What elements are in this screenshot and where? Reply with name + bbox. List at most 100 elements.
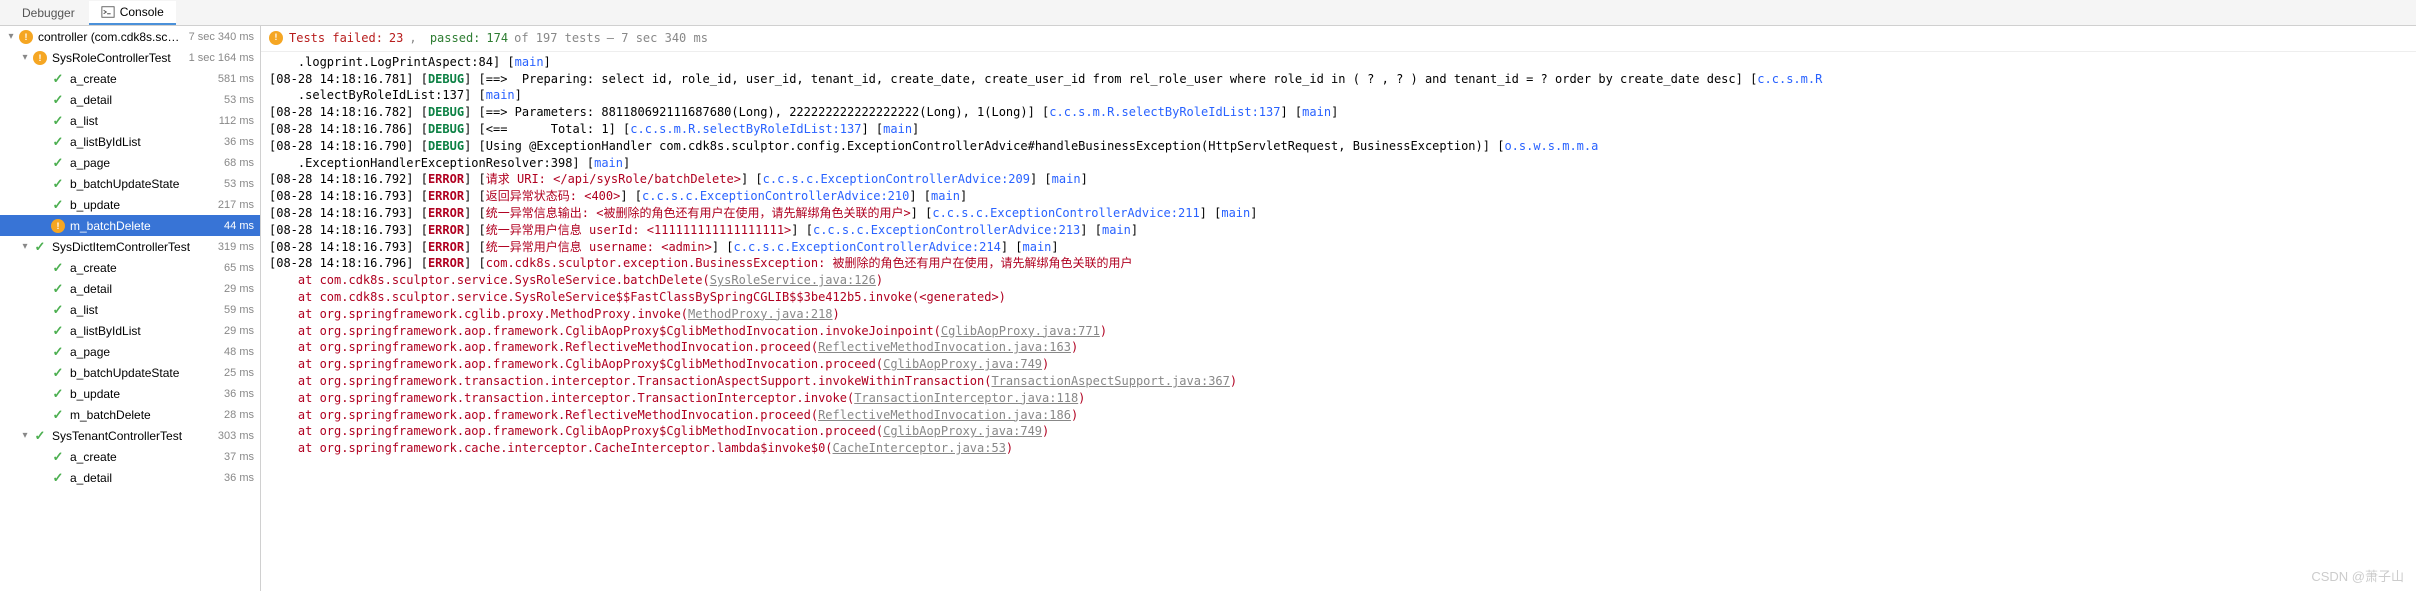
stack-link[interactable]: CacheInterceptor.java:53 (833, 441, 1006, 455)
tree-row-a-list[interactable]: ✓ a_list59 ms (0, 299, 260, 320)
log-link[interactable]: main (1023, 240, 1052, 254)
tree-row-a-list[interactable]: ✓a_list112 ms (0, 110, 260, 131)
tree-row-systenantcontrollertest[interactable]: ▾✓ SysTenantControllerTest303 ms (0, 425, 260, 446)
stack-link[interactable]: SysRoleService.java:126 (710, 273, 876, 287)
tree-duration: 303 ms (214, 430, 254, 442)
tree-duration: 48 ms (220, 346, 254, 358)
tree-row-b-batchupdatestate[interactable]: ✓b_batchUpdateState53 ms (0, 173, 260, 194)
tree-label: a_create (70, 261, 220, 275)
log-link[interactable]: main (931, 189, 960, 203)
stack-link[interactable]: ReflectiveMethodInvocation.java:163 (818, 340, 1071, 354)
log-link[interactable]: main (1302, 105, 1331, 119)
log-link[interactable]: c.c.s.c.ExceptionControllerAdvice:210 (642, 189, 909, 203)
log-line: at org.springframework.aop.framework.Cgl… (269, 356, 2408, 373)
tree-row-a-detail[interactable]: ✓a_detail36 ms (0, 467, 260, 488)
stack-link[interactable]: ReflectiveMethodInvocation.java:186 (818, 408, 1071, 422)
log-line: [08-28 14:18:16.790] [DEBUG] [Using @Exc… (269, 138, 2408, 155)
log-link[interactable]: main (1052, 172, 1081, 186)
tree-row-b-batchupdatestate[interactable]: ✓b_batchUpdateState25 ms (0, 362, 260, 383)
log-link[interactable]: c.c.s.c.ExceptionControllerAdvice:213 (813, 223, 1080, 237)
tree-row-a-page[interactable]: ✓a_page68 ms (0, 152, 260, 173)
log-link[interactable]: main (1221, 206, 1250, 220)
main-split: ▾! controller (com.cdk8s.sculptor)7 sec 3… (0, 26, 2416, 591)
tree-duration: 59 ms (220, 304, 254, 316)
tree-duration: 7 sec 340 ms (185, 31, 254, 43)
tree-label: a_detail (70, 93, 220, 107)
test-pass-icon: ✓ (32, 428, 48, 444)
test-pass-icon: ✓ (50, 155, 66, 171)
test-pass-icon: ✓ (50, 344, 66, 360)
tree-row-m-batchdelete[interactable]: ✓m_batchDelete28 ms (0, 404, 260, 425)
tab-console[interactable]: Console (89, 1, 176, 25)
test-pass-icon: ✓ (50, 302, 66, 318)
log-line: at com.cdk8s.sculptor.service.SysRoleSer… (269, 272, 2408, 289)
log-link[interactable]: main (515, 55, 544, 69)
tree-duration: 29 ms (220, 283, 254, 295)
test-tree-panel[interactable]: ▾! controller (com.cdk8s.sculptor)7 sec 3… (0, 26, 261, 591)
tree-row-b-update[interactable]: ✓b_update36 ms (0, 383, 260, 404)
log-line: .logprint.LogPrintAspect:84] [main] (269, 54, 2408, 71)
tree-duration: 1 sec 164 ms (185, 52, 254, 64)
tree-row-a-create[interactable]: ✓a_create581 ms (0, 68, 260, 89)
tree-duration: 53 ms (220, 178, 254, 190)
log-link[interactable]: main (594, 156, 623, 170)
test-pass-icon: ✓ (50, 449, 66, 465)
tree-label: b_update (70, 198, 214, 212)
console-output[interactable]: .logprint.LogPrintAspect:84] [main][08-2… (261, 52, 2416, 467)
test-fail-icon: ! (32, 50, 48, 66)
tree-row-a-create[interactable]: ✓a_create65 ms (0, 257, 260, 278)
log-link[interactable]: c.c.s.m.R.selectByRoleIdList:137 (630, 122, 861, 136)
log-link[interactable]: c.c.s.c.ExceptionControllerAdvice:211 (932, 206, 1199, 220)
tree-row-a-listbyidlist[interactable]: ✓a_listByIdList29 ms (0, 320, 260, 341)
tree-row-a-create[interactable]: ✓a_create37 ms (0, 446, 260, 467)
tree-label: SysRoleControllerTest (52, 51, 185, 65)
tree-row-a-detail[interactable]: ✓a_detail29 ms (0, 278, 260, 299)
tree-label: controller (com.cdk8s.sculptor) (38, 30, 185, 44)
stack-link[interactable]: TransactionInterceptor.java:118 (854, 391, 1078, 405)
log-link[interactable]: o.s.w.s.m.m.a (1504, 139, 1598, 153)
chevron-icon[interactable]: ▾ (18, 52, 32, 63)
tree-duration: 44 ms (220, 220, 254, 232)
chevron-icon[interactable]: ▾ (18, 430, 32, 441)
log-line: [08-28 14:18:16.786] [DEBUG] [<== Total:… (269, 121, 2408, 138)
log-line: at org.springframework.cglib.proxy.Metho… (269, 306, 2408, 323)
log-line: .ExceptionHandlerExceptionResolver:398] … (269, 155, 2408, 172)
tree-duration: 29 ms (220, 325, 254, 337)
tab-debugger[interactable]: Debugger (10, 2, 87, 24)
tree-label: a_list (70, 303, 220, 317)
stack-link[interactable]: CglibAopProxy.java:749 (883, 424, 1042, 438)
tree-row-a-detail[interactable]: ✓a_detail53 ms (0, 89, 260, 110)
test-pass-icon: ✓ (32, 239, 48, 255)
tree-duration: 581 ms (214, 73, 254, 85)
log-link[interactable]: main (1102, 223, 1131, 237)
tree-row-b-update[interactable]: ✓b_update217 ms (0, 194, 260, 215)
stack-link[interactable]: MethodProxy.java:218 (688, 307, 833, 321)
test-pass-icon: ✓ (50, 407, 66, 423)
tree-row-controller--com-cdk8s-sculptor-[interactable]: ▾!controller (com.cdk8s.sculptor)7 sec 3… (0, 26, 260, 47)
tree-duration: 112 ms (215, 115, 254, 127)
chevron-icon[interactable]: ▾ (18, 241, 32, 252)
tree-duration: 37 ms (220, 451, 254, 463)
log-link[interactable]: main (883, 122, 912, 136)
stack-link[interactable]: TransactionAspectSupport.java:367 (991, 374, 1229, 388)
log-line: [08-28 14:18:16.793] [ERROR] [统一异常用户信息 u… (269, 239, 2408, 256)
status-failed-label: Tests failed: (289, 30, 383, 47)
tree-row-a-listbyidlist[interactable]: ✓a_listByIdList36 ms (0, 131, 260, 152)
log-link[interactable]: c.c.s.c.ExceptionControllerAdvice:209 (763, 172, 1030, 186)
tree-row-a-page[interactable]: ✓a_page48 ms (0, 341, 260, 362)
log-link[interactable]: c.c.s.m.R.selectByRoleIdList:137 (1049, 105, 1280, 119)
log-link[interactable]: c.c.s.m.R (1757, 72, 1822, 86)
log-line: [08-28 14:18:16.781] [DEBUG] [==> Prepar… (269, 71, 2408, 88)
tree-row-m-batchdelete[interactable]: !m_batchDelete44 ms (0, 215, 260, 236)
stack-link[interactable]: CglibAopProxy.java:749 (883, 357, 1042, 371)
tree-row-sysdictitemcontrollertest[interactable]: ▾✓SysDictItemControllerTest319 ms (0, 236, 260, 257)
tree-duration: 65 ms (220, 262, 254, 274)
log-link[interactable]: c.c.s.c.ExceptionControllerAdvice:214 (734, 240, 1001, 254)
tree-label: SysTenantControllerTest (52, 429, 214, 443)
log-link[interactable]: main (486, 88, 515, 102)
test-pass-icon: ✓ (50, 323, 66, 339)
test-status-bar: ! Tests failed: 23, passed: 174 of 197 t… (261, 26, 2416, 52)
chevron-icon[interactable]: ▾ (4, 31, 18, 42)
tree-row-sysrolecontrollertest[interactable]: ▾! SysRoleControllerTest1 sec 164 ms (0, 47, 260, 68)
stack-link[interactable]: CglibAopProxy.java:771 (941, 324, 1100, 338)
